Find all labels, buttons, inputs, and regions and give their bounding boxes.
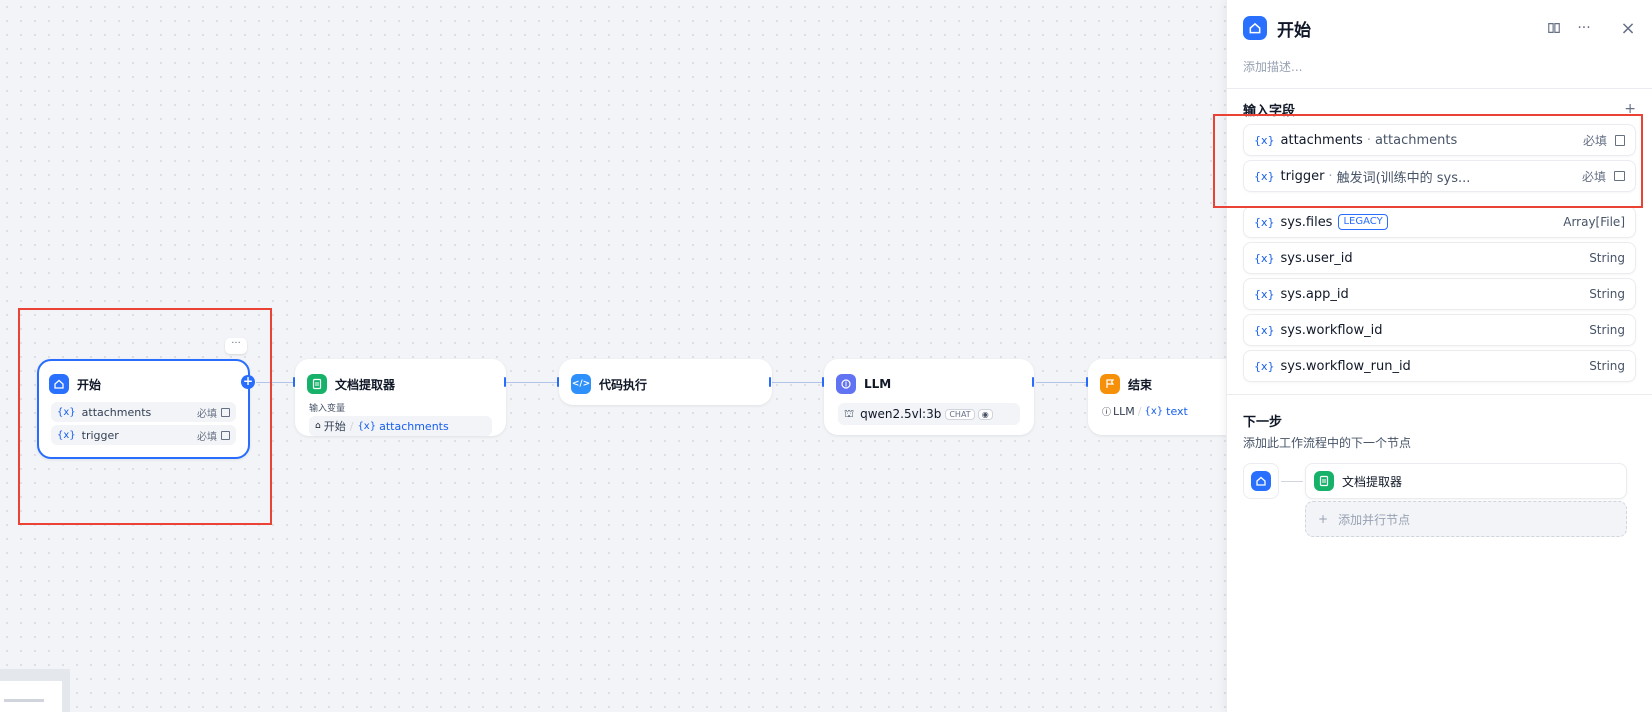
variable-icon: {x} (1144, 406, 1164, 417)
model-mode-badge: CHAT (945, 408, 975, 420)
more-icon[interactable]: ··· (1576, 20, 1592, 36)
model-provider-icon: ⛫ (844, 406, 855, 420)
document-icon (307, 374, 327, 394)
next-step-title: 下一步 (1243, 415, 1283, 430)
variable-icon: {x} (1254, 251, 1275, 265)
workflow-canvas[interactable]: ··· 开始 {x} attachments 必填 {x} trigger 必填… (0, 0, 1238, 712)
divider (1227, 394, 1652, 395)
close-icon[interactable]: × (1620, 18, 1636, 39)
llm-brain-icon (836, 374, 856, 394)
home-icon (1251, 471, 1271, 491)
minimap[interactable] (0, 669, 70, 712)
variable-icon: {x} (357, 420, 377, 432)
llm-small-icon: ⓘ (1102, 408, 1112, 418)
llm-node[interactable]: LLM ⛫ qwen2.5vl:3b CHAT ◉ (824, 359, 1034, 435)
doc-node-input-label: 输入变量 (309, 404, 346, 414)
next-step-subtitle: 添加此工作流程中的下一个节点 (1243, 436, 1412, 450)
current-node-chip (1243, 463, 1279, 499)
document-icon (1314, 471, 1334, 491)
add-parallel-node-button[interactable]: + 添加并行节点 (1305, 501, 1627, 537)
sys-var-user-id: {x} sys.user_id String (1243, 242, 1636, 274)
panel-title: 开始 (1277, 20, 1311, 41)
connector-line (1281, 481, 1303, 482)
sys-var-workflow-run-id: {x} sys.workflow_run_id String (1243, 350, 1636, 382)
doc-node-out-handle[interactable] (504, 377, 506, 387)
llm-node-out-handle[interactable] (1032, 377, 1034, 387)
doc-extractor-node[interactable]: 文档提取器 输入变量 ⌂ 开始 / {x} attachments (295, 359, 506, 436)
plus-icon: + (1318, 512, 1329, 526)
code-node-out-handle[interactable] (769, 377, 771, 387)
description-input[interactable]: 添加描述... (1243, 58, 1636, 74)
legacy-badge: LEGACY (1338, 214, 1388, 230)
llm-node-title: LLM (864, 377, 892, 391)
end-node-title: 结束 (1128, 377, 1153, 392)
variable-icon: {x} (1254, 359, 1275, 373)
next-step-graph: 文档提取器 + 添加并行节点 (1243, 463, 1636, 543)
input-fields-highlight (1213, 114, 1643, 208)
code-icon: </> (571, 374, 591, 394)
node-config-panel: 开始 ··· × 添加描述... 输入字段 + {x} attachments … (1213, 0, 1652, 712)
divider (1227, 88, 1652, 89)
code-exec-node[interactable]: </> 代码执行 (559, 359, 772, 405)
doc-node-input-ref: ⌂ 开始 / {x} attachments (309, 416, 492, 436)
next-node-doc-extractor[interactable]: 文档提取器 (1305, 463, 1627, 499)
edge-doc-code (506, 382, 558, 383)
variable-icon: {x} (1254, 287, 1275, 301)
sys-var-workflow-id: {x} sys.workflow_id String (1243, 314, 1636, 346)
doc-node-title: 文档提取器 (335, 377, 396, 392)
sys-var-app-id: {x} sys.app_id String (1243, 278, 1636, 310)
end-node[interactable]: 结束 ⓘ LLM / {x} text (1088, 359, 1238, 435)
flag-icon (1100, 374, 1120, 394)
vision-eye-icon: ◉ (977, 408, 993, 420)
code-node-title: 代码执行 (599, 377, 648, 392)
sys-var-files: {x} sys.files LEGACY Array[File] (1243, 206, 1636, 238)
start-node-highlight (18, 308, 272, 525)
variable-icon: {x} (1254, 215, 1275, 229)
edge-code-llm (772, 382, 824, 383)
home-icon (1243, 16, 1267, 40)
llm-model-row: ⛫ qwen2.5vl:3b CHAT ◉ (838, 403, 1020, 425)
variable-icon: {x} (1254, 323, 1275, 337)
book-icon[interactable] (1546, 20, 1562, 36)
edge-llm-end (1036, 382, 1088, 383)
home-icon: ⌂ (315, 421, 321, 431)
